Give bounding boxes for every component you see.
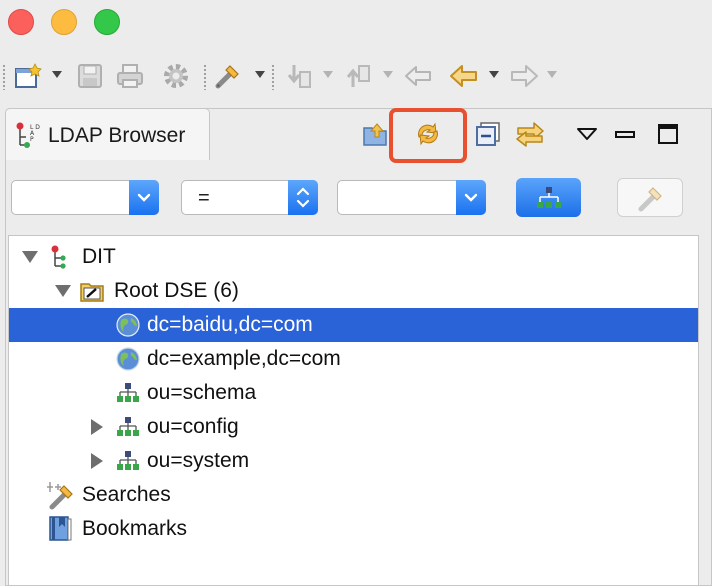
toolbar-grip[interactable]: [271, 64, 275, 90]
search-wand-icon: [638, 186, 662, 211]
chevron-down-icon[interactable]: [129, 180, 159, 215]
tree-node-label: DIT: [82, 245, 116, 268]
tree-node-entry[interactable]: ou=system: [9, 444, 698, 478]
forward-dropdown-icon[interactable]: [547, 71, 557, 78]
hierarchy-icon: [115, 448, 141, 474]
forward-arrow-icon[interactable]: [508, 60, 540, 92]
tree-node-entry[interactable]: dc=example,dc=com: [9, 342, 698, 376]
hierarchy-icon: [536, 186, 561, 208]
expanded-triangle-icon[interactable]: [22, 251, 38, 263]
attribute-combo[interactable]: [11, 180, 159, 215]
tree-node-dit[interactable]: DIT: [9, 240, 698, 274]
tree-node-entry[interactable]: ou=config: [9, 410, 698, 444]
stepper-arrows-icon[interactable]: [288, 180, 318, 215]
new-dropdown-icon[interactable]: [52, 71, 62, 78]
print-icon[interactable]: [114, 60, 146, 92]
new-wizard-icon[interactable]: [12, 60, 44, 92]
tree-node-label: ou=schema: [147, 381, 257, 404]
globe-icon: [115, 346, 141, 372]
value-combo[interactable]: [337, 180, 486, 215]
minimize-view-icon[interactable]: [607, 115, 643, 153]
ldap-browser-icon: L D A P: [12, 120, 44, 152]
next-annotation-icon[interactable]: [283, 60, 315, 92]
run-quick-search-button[interactable]: [516, 178, 581, 217]
tree-node-label: dc=example,dc=com: [147, 347, 341, 370]
ldap-tree[interactable]: DIT Root DSE (6) dc=baidu,dc=com dc=exam…: [8, 235, 699, 586]
up-folder-icon[interactable]: [357, 115, 393, 153]
search-dropdown-icon[interactable]: [255, 71, 265, 78]
back-arrow-icon[interactable]: [448, 60, 480, 92]
bookmark-book-icon: [47, 516, 73, 542]
chevron-down-icon[interactable]: [456, 180, 486, 215]
hierarchy-icon: [115, 414, 141, 440]
tree-node-label: ou=config: [147, 415, 239, 438]
tree-node-searches[interactable]: Searches: [9, 478, 698, 512]
tree-node-bookmarks[interactable]: Bookmarks: [9, 512, 698, 546]
tree-node-label: Searches: [82, 483, 171, 506]
gear-icon[interactable]: [160, 60, 192, 92]
operator-combo[interactable]: =: [181, 180, 318, 215]
main-toolbar: [0, 54, 712, 98]
hierarchy-icon: [115, 380, 141, 406]
close-window-button[interactable]: [8, 9, 34, 35]
tree-node-entry[interactable]: dc=baidu,dc=com: [9, 308, 698, 342]
tree-node-label: ou=system: [147, 449, 250, 472]
root-dse-folder-icon: [79, 278, 105, 304]
dit-icon: [47, 244, 73, 270]
tree-node-label: Root DSE (6): [114, 279, 239, 302]
search-wand-icon: [45, 482, 79, 510]
zoom-window-button[interactable]: [94, 9, 120, 35]
collapsed-triangle-icon[interactable]: [91, 419, 103, 435]
tree-node-root-dse[interactable]: Root DSE (6): [9, 274, 698, 308]
search-wand-icon[interactable]: [212, 60, 244, 92]
expanded-triangle-icon[interactable]: [55, 285, 71, 297]
link-with-editor-icon[interactable]: [512, 115, 548, 153]
svg-text:P: P: [30, 136, 34, 143]
globe-icon: [115, 312, 141, 338]
clear-quick-search-button[interactable]: [617, 178, 683, 217]
save-icon[interactable]: [74, 60, 106, 92]
collapse-all-icon[interactable]: [470, 115, 506, 153]
tree-node-label: dc=baidu,dc=com: [147, 313, 313, 336]
toolbar-grip[interactable]: [203, 64, 207, 90]
refresh-highlight-box: [389, 108, 467, 163]
tree-node-entry[interactable]: ou=schema: [9, 376, 698, 410]
tab-ldap-browser-label: LDAP Browser: [48, 124, 186, 147]
collapsed-triangle-icon[interactable]: [91, 453, 103, 469]
previous-annotation-dropdown-icon[interactable]: [383, 71, 393, 78]
toolbar-grip[interactable]: [2, 64, 6, 90]
back-dropdown-icon[interactable]: [489, 71, 499, 78]
last-edit-location-icon[interactable]: [402, 60, 434, 92]
minimize-window-button[interactable]: [51, 9, 77, 35]
view-menu-icon[interactable]: [569, 115, 605, 153]
next-annotation-dropdown-icon[interactable]: [323, 71, 333, 78]
maximize-view-icon[interactable]: [650, 115, 686, 153]
previous-annotation-icon[interactable]: [342, 60, 374, 92]
operator-combo-value: =: [198, 187, 210, 209]
tree-node-label: Bookmarks: [82, 517, 188, 540]
